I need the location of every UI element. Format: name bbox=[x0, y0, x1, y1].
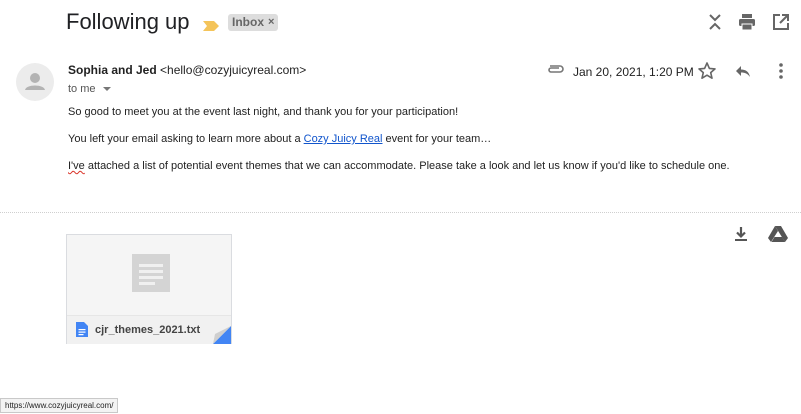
drive-icon[interactable] bbox=[767, 224, 789, 249]
recipient-text: to me bbox=[68, 83, 96, 95]
cozy-juicy-real-link[interactable]: Cozy Juicy Real bbox=[304, 133, 383, 145]
attachment-preview bbox=[67, 235, 231, 315]
doc-file-icon bbox=[76, 322, 88, 337]
sender-email: <hello@cozyjuicyreal.com> bbox=[160, 63, 307, 77]
divider bbox=[0, 212, 801, 213]
status-bar-url: https://www.cozyjuicyreal.com/ bbox=[0, 398, 119, 413]
spellcheck-word[interactable]: I've bbox=[68, 160, 85, 172]
open-in-new-window-icon[interactable] bbox=[771, 12, 791, 32]
sender-name[interactable]: Sophia and Jed bbox=[68, 63, 157, 77]
sender-avatar bbox=[16, 63, 54, 101]
body-paragraph-1: So good to meet you at the event last ni… bbox=[68, 106, 459, 118]
chevron-down-icon[interactable] bbox=[102, 87, 111, 91]
more-vert-icon[interactable] bbox=[771, 61, 791, 81]
remove-label-icon[interactable]: × bbox=[268, 14, 274, 31]
body-paragraph-3: I've attached a list of potential event … bbox=[68, 160, 730, 172]
star-icon[interactable] bbox=[697, 61, 717, 81]
sender-line: Sophia and Jed <hello@cozyjuicyreal.com> bbox=[68, 63, 306, 77]
attachment-card[interactable]: cjr_themes_2021.txt bbox=[66, 234, 232, 344]
email-subject: Following up bbox=[66, 9, 190, 34]
importance-marker-icon[interactable] bbox=[203, 18, 219, 36]
print-icon[interactable] bbox=[737, 12, 757, 32]
recipient-details[interactable]: to me bbox=[68, 83, 111, 95]
attachment-corner-fold bbox=[213, 326, 231, 344]
inbox-label-text: Inbox bbox=[232, 15, 264, 29]
paperclip-icon bbox=[546, 62, 566, 81]
message-date: Jan 20, 2021, 1:20 PM bbox=[573, 65, 694, 79]
attachment-filename: cjr_themes_2021.txt bbox=[95, 324, 201, 336]
body-text: event for your team… bbox=[382, 133, 492, 145]
download-icon[interactable] bbox=[731, 224, 751, 249]
reply-icon[interactable] bbox=[733, 61, 753, 81]
body-text: attached a list of potential event theme… bbox=[84, 160, 730, 172]
attachment-footer: cjr_themes_2021.txt bbox=[67, 315, 231, 344]
inbox-label[interactable]: Inbox × bbox=[228, 14, 279, 31]
body-text: You left your email asking to learn more… bbox=[68, 133, 304, 145]
expand-collapse-icon[interactable] bbox=[705, 12, 725, 32]
person-icon bbox=[25, 73, 45, 90]
body-paragraph-2: You left your email asking to learn more… bbox=[68, 133, 491, 145]
document-preview-icon bbox=[132, 254, 170, 292]
